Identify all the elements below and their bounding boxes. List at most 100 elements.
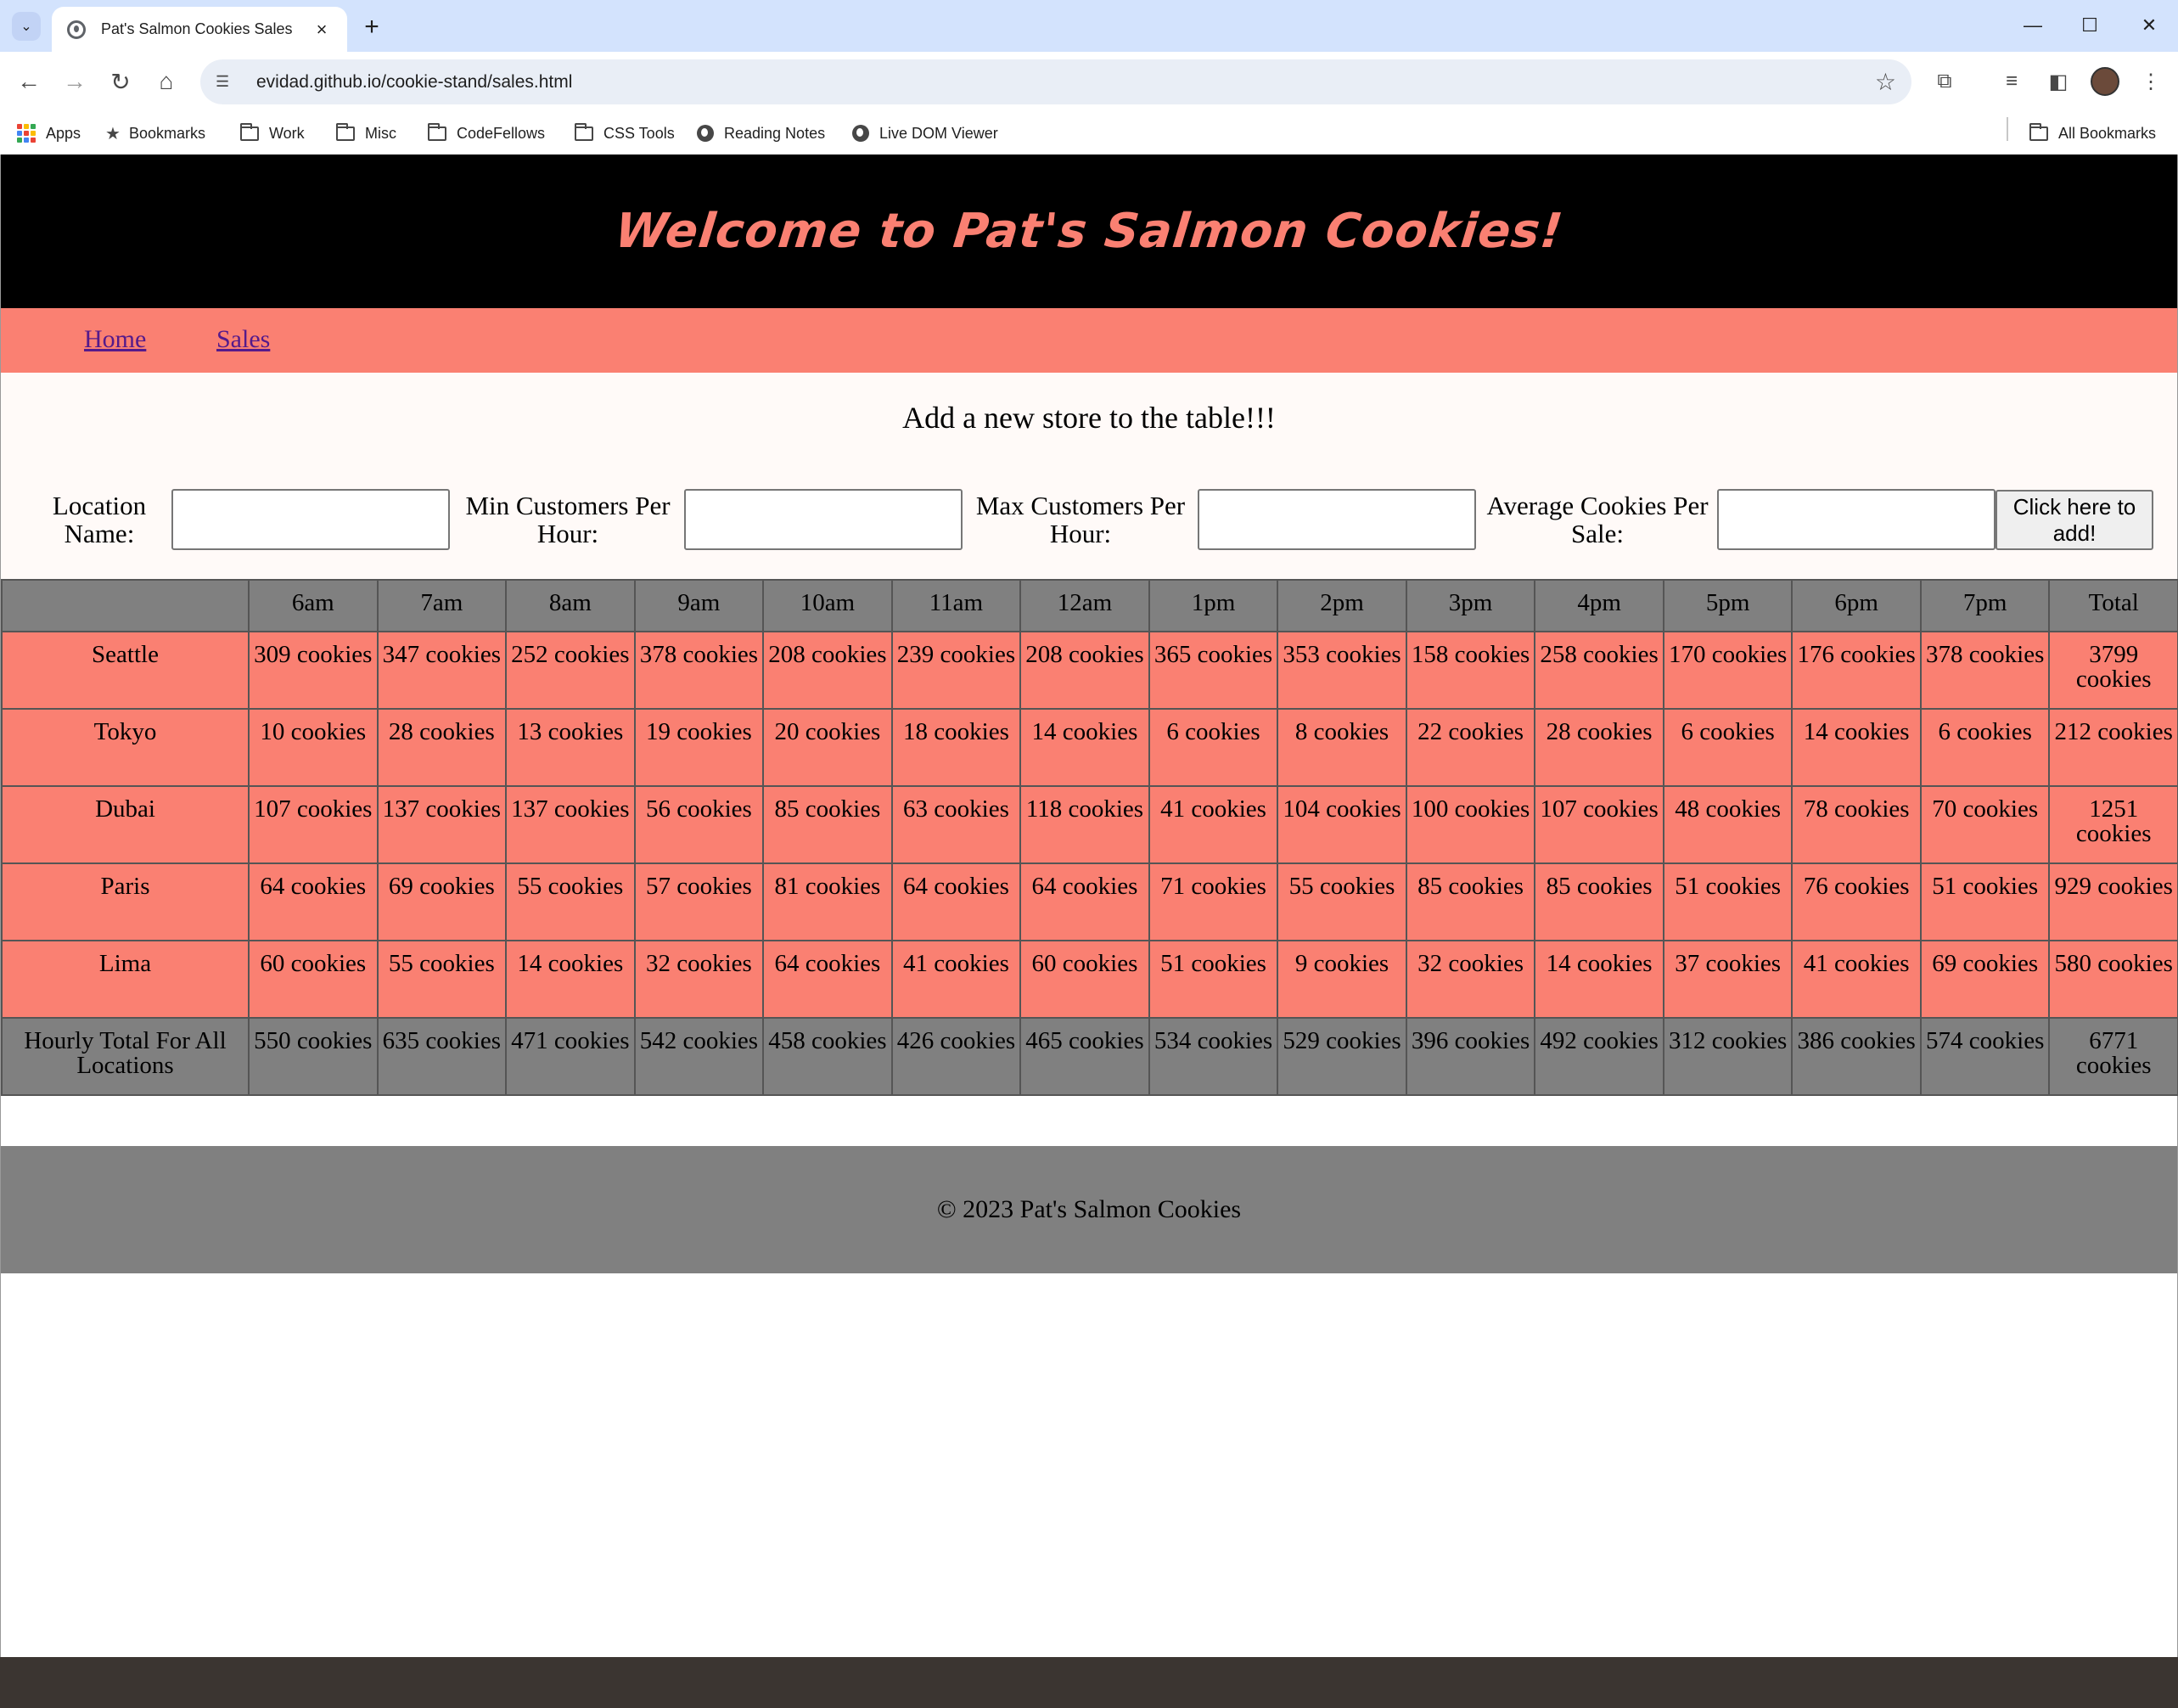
reload-icon[interactable]: ↻ — [104, 65, 138, 98]
site-footer: © 2023 Pat's Salmon Cookies — [1, 1146, 2177, 1273]
sales-cell: 76 cookies — [1791, 862, 1922, 941]
max-customers-label: Max Customers Per Hour: — [975, 491, 1186, 548]
bookmark-star-icon[interactable]: ☆ — [1875, 68, 1896, 96]
sales-cell: 22 cookies — [1405, 708, 1536, 787]
location-cell: Paris — [0, 862, 250, 941]
sales-cell: 378 cookies — [633, 631, 765, 710]
bookmark-misc[interactable]: Misc — [336, 121, 396, 146]
sales-cell: 309 cookies — [248, 631, 379, 710]
max-customers-input[interactable] — [1198, 489, 1476, 550]
bookmark-live-dom-viewer[interactable]: Live DOM Viewer — [852, 121, 998, 146]
sales-cell: 6 cookies — [1662, 708, 1793, 787]
sales-cell: 51 cookies — [1919, 862, 2051, 941]
sales-cell: 60 cookies — [248, 940, 379, 1019]
table-header-row: 6am 7am 8am 9am 10am 11am 12am 1pm 2pm 3pm 4pm 5pm 6… — [0, 579, 2178, 632]
folder-icon — [2029, 122, 2048, 141]
sales-cell: 63 cookies — [890, 785, 1022, 864]
sales-cell: 41 cookies — [1148, 785, 1279, 864]
sales-cell: 353 cookies — [1277, 631, 1407, 710]
header-cell: Total — [2048, 579, 2178, 632]
side-panel-icon[interactable]: ◧ — [2041, 65, 2075, 98]
sales-cell: 71 cookies — [1148, 862, 1279, 941]
sales-cell: 8 cookies — [1277, 708, 1407, 787]
bookmark-label: Reading Notes — [724, 124, 826, 142]
sales-cell: 56 cookies — [633, 785, 765, 864]
bookmark-apps[interactable]: Apps — [17, 121, 81, 146]
sales-cell: 137 cookies — [505, 785, 636, 864]
web-page: Welcome to Pat's Salmon Cookies! Home Sa… — [0, 155, 2178, 1657]
bookmark-label: Apps — [46, 124, 81, 142]
home-icon[interactable]: ⌂ — [149, 65, 183, 98]
site-header: Welcome to Pat's Salmon Cookies! — [1, 155, 2177, 308]
sales-cell: 208 cookies — [1019, 631, 1150, 710]
sales-cell: 176 cookies — [1791, 631, 1922, 710]
header-cell: 9am — [633, 579, 765, 632]
bookmarks-bar: Apps ★ Bookmarks Work Misc CodeFellows C… — [0, 112, 2178, 155]
bookmark-reading-notes[interactable]: Reading Notes — [697, 121, 825, 146]
tab-search-chevron-icon[interactable]: ⌄ — [12, 12, 41, 41]
sales-cell: 32 cookies — [633, 940, 765, 1019]
sales-cell: 51 cookies — [1148, 940, 1279, 1019]
window-close-icon[interactable]: ✕ — [2132, 8, 2166, 42]
hourly-total-cell: 426 cookies — [890, 1017, 1022, 1096]
minimize-icon[interactable]: — — [2016, 8, 2050, 42]
sales-cell: 51 cookies — [1662, 862, 1793, 941]
header-cell: 3pm — [1405, 579, 1536, 632]
bookmark-label: All Bookmarks — [2058, 124, 2157, 142]
table-row: Tokyo 10 cookies 28 cookies 13 cookies 19 co… — [0, 708, 2178, 787]
sales-cell: 107 cookies — [248, 785, 379, 864]
nav-link-home[interactable]: Home — [84, 325, 146, 354]
location-name-label: Location Name: — [52, 491, 147, 548]
bookmark-codefellows[interactable]: CodeFellows — [428, 121, 545, 146]
bookmark-all-bookmarks[interactable]: All Bookmarks — [2029, 121, 2156, 146]
bookmark-work[interactable]: Work — [240, 121, 305, 146]
table-row: Dubai 107 cookies 137 cookies 137 cookies 56… — [0, 785, 2178, 864]
table-row: Paris 64 cookies 69 cookies 55 cookies 57 co… — [0, 862, 2178, 941]
new-tab-plus-icon[interactable]: + — [356, 12, 387, 42]
location-cell: Tokyo — [0, 708, 250, 787]
media-control-icon[interactable]: ≡ — [1995, 65, 2029, 98]
tab-close-icon[interactable]: × — [312, 19, 332, 41]
sales-cell: 170 cookies — [1662, 631, 1793, 710]
site-info-icon[interactable]: ☰ — [216, 73, 241, 91]
browser-tab[interactable]: Pat's Salmon Cookies Sales × — [52, 7, 347, 52]
star-icon: ★ — [105, 124, 121, 143]
table-row: Seattle 309 cookies 347 cookies 252 cookies… — [0, 631, 2178, 710]
back-arrow-icon[interactable]: ← — [12, 65, 46, 98]
avg-cookies-input[interactable] — [1717, 489, 1996, 550]
maximize-icon[interactable]: ☐ — [2073, 8, 2107, 42]
hourly-total-cell: 635 cookies — [376, 1017, 508, 1096]
sales-cell: 55 cookies — [505, 862, 636, 941]
extensions-puzzle-icon[interactable]: ⧉ — [1928, 65, 1962, 98]
menu-kebab-icon[interactable]: ⋮ — [2134, 65, 2168, 98]
folder-icon — [336, 122, 355, 141]
location-name-input[interactable] — [171, 489, 450, 550]
sales-cell: 14 cookies — [1019, 708, 1150, 787]
bookmark-bookmarks[interactable]: ★ Bookmarks — [105, 121, 205, 146]
browser-toolbar: ← → ↻ ⌂ ☰ evidad.github.io/cookie-stand/… — [0, 52, 2178, 112]
profile-avatar[interactable] — [2091, 67, 2119, 96]
copyright-text: © 2023 Pat's Salmon Cookies — [936, 1195, 1242, 1223]
add-store-button[interactable]: Click here to add! — [1996, 490, 2153, 550]
table-row: Lima 60 cookies 55 cookies 14 cookies 32 coo… — [0, 940, 2178, 1019]
bookmark-label: CodeFellows — [457, 124, 546, 142]
header-cell: 4pm — [1534, 579, 1664, 632]
url-text[interactable]: evidad.github.io/cookie-stand/sales.html — [256, 72, 1875, 93]
header-cell: 8am — [505, 579, 636, 632]
forward-arrow-icon[interactable]: → — [58, 65, 92, 98]
location-cell: Seattle — [0, 631, 250, 710]
min-customers-input[interactable] — [684, 489, 963, 550]
sales-cell: 104 cookies — [1277, 785, 1407, 864]
address-bar[interactable]: ☰ evidad.github.io/cookie-stand/sales.ht… — [200, 59, 1911, 104]
sales-cell: 3799 cookies — [2048, 631, 2178, 710]
sales-cell: 85 cookies — [762, 785, 893, 864]
sales-cell: 18 cookies — [890, 708, 1022, 787]
nav-link-sales[interactable]: Sales — [216, 325, 270, 354]
sales-cell: 57 cookies — [633, 862, 765, 941]
sales-cell: 14 cookies — [1534, 940, 1664, 1019]
site-nav: Home Sales — [1, 308, 2177, 373]
bookmark-css-tools[interactable]: CSS Tools — [575, 121, 675, 146]
header-cell: 11am — [890, 579, 1022, 632]
sales-cell: 85 cookies — [1534, 862, 1664, 941]
sales-cell: 365 cookies — [1148, 631, 1279, 710]
